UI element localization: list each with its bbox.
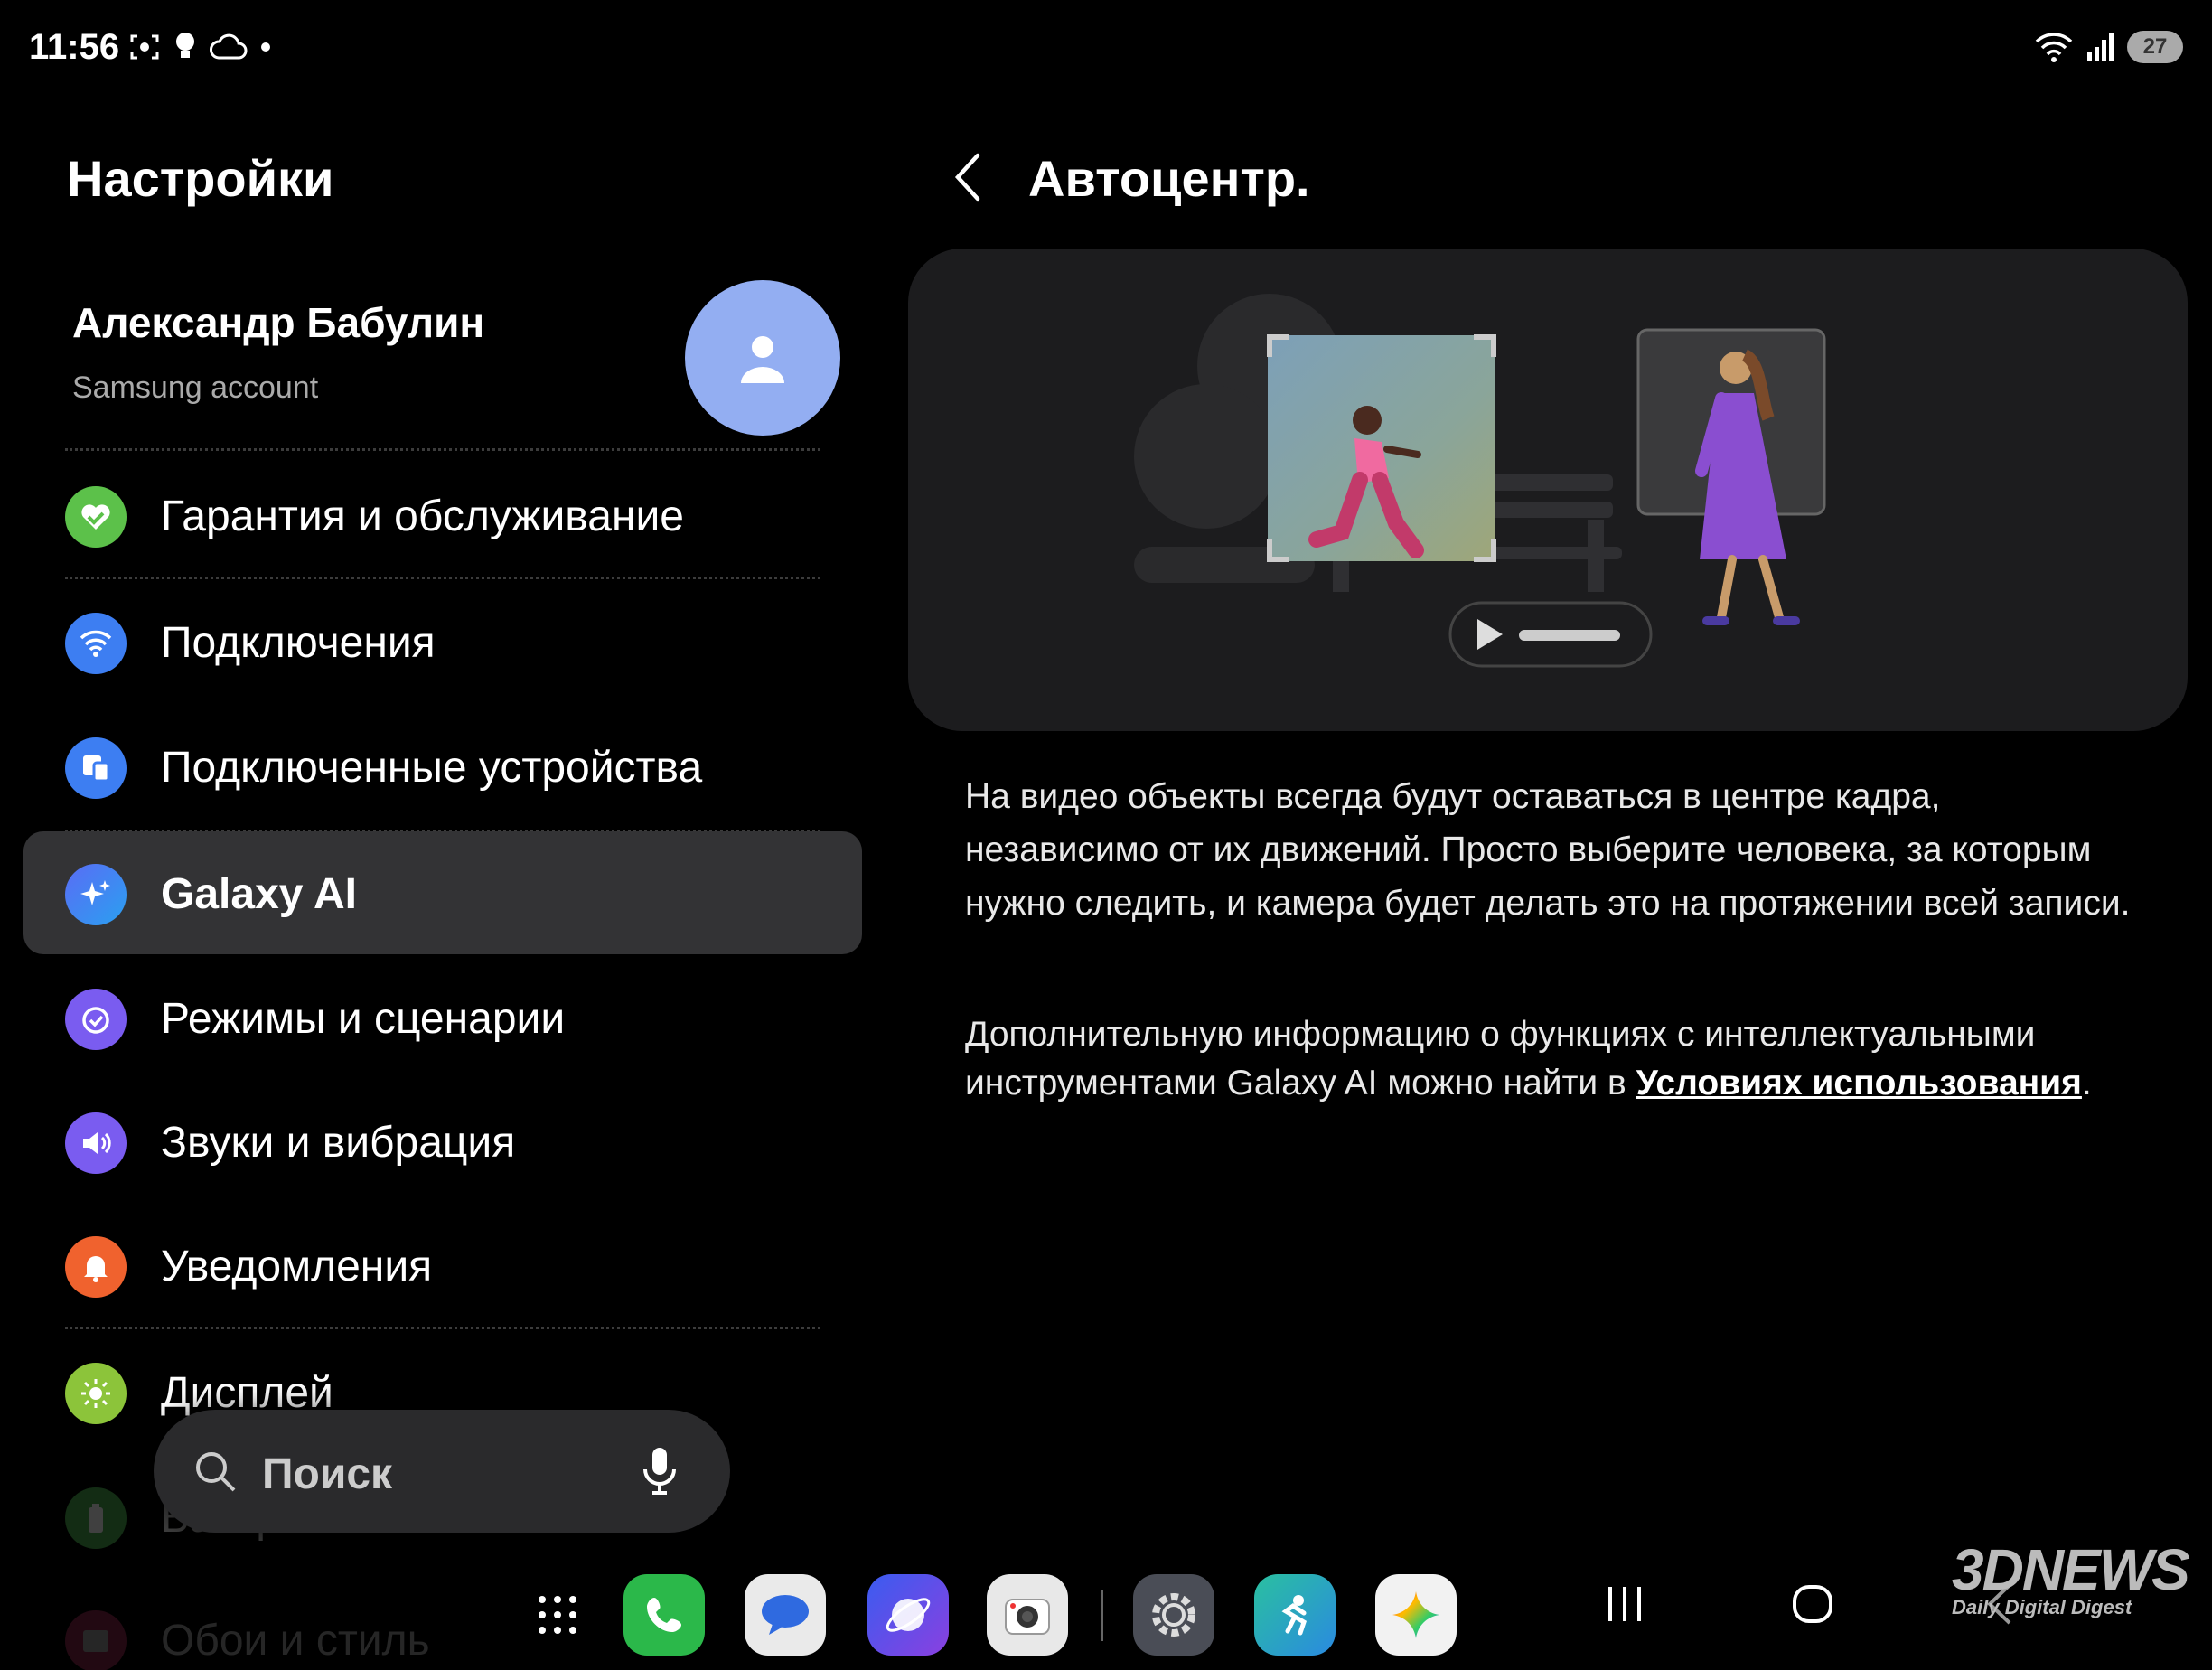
home-icon[interactable] <box>1791 1581 1834 1627</box>
mic-icon[interactable] <box>642 1446 678 1496</box>
illustration-graphic <box>1134 294 1826 668</box>
internet-icon[interactable] <box>867 1574 949 1656</box>
account-card[interactable]: Александр Бабулин Samsung account <box>72 280 840 436</box>
phone-icon[interactable] <box>623 1574 705 1656</box>
modes-icon <box>65 989 127 1050</box>
gemini-icon[interactable] <box>1375 1574 1457 1656</box>
sidebar-item-sounds[interactable]: Звуки и вибрация <box>23 1080 862 1203</box>
wifi-icon <box>2035 33 2073 62</box>
sidebar-item-notifications[interactable]: Уведомления <box>23 1204 862 1327</box>
search-icon <box>196 1452 236 1492</box>
feature-description: На видео объекты всегда будут оставаться… <box>965 777 2131 923</box>
back-arrow-icon[interactable] <box>951 152 987 202</box>
sidebar-item-connections[interactable]: Подключения <box>23 580 862 703</box>
person-icon <box>741 336 784 383</box>
bulb-icon <box>176 33 194 58</box>
sidebar-item-label: Подключения <box>161 619 436 667</box>
battery-indicator: 27 <box>2127 31 2183 63</box>
watermark-logo: 3DNEWS Daily Digital Digest <box>1952 1536 2190 1619</box>
auto-framing-illustration <box>908 249 2188 731</box>
divider <box>65 1327 820 1329</box>
battery-icon <box>65 1487 127 1549</box>
sidebar-item-label: Звуки и вибрация <box>161 1119 516 1167</box>
sun-icon <box>65 1363 127 1424</box>
page-title: Настройки <box>67 150 334 207</box>
sparkle-icon <box>65 864 127 925</box>
sidebar-item-galaxy-ai[interactable]: Galaxy AI <box>23 831 862 954</box>
terms-info: Дополнительную информацию о функциях с и… <box>965 1010 2140 1108</box>
heart-icon <box>65 486 127 548</box>
sidebar-item-warranty[interactable]: Гарантия и обслуживание <box>23 454 862 577</box>
screenshot-icon <box>130 34 159 60</box>
search-input[interactable]: Поиск <box>262 1450 392 1499</box>
detail-title: Автоцентр. <box>1028 150 1310 207</box>
sound-icon <box>65 1112 127 1174</box>
fitness-icon[interactable] <box>1254 1574 1336 1656</box>
terms-link[interactable]: Условиях использования <box>1636 1064 2082 1102</box>
sidebar-item-label: Galaxy AI <box>161 870 358 918</box>
apps-grid-icon[interactable] <box>517 1574 598 1656</box>
camera-icon[interactable] <box>987 1574 1068 1656</box>
account-name: Александр Бабулин <box>72 299 485 346</box>
status-right-icons: 27 <box>2033 31 2183 63</box>
sidebar-item-modes[interactable]: Режимы и сценарии <box>23 956 862 1079</box>
account-subtitle: Samsung account <box>72 371 319 405</box>
avatar[interactable] <box>685 280 840 436</box>
wifi-icon <box>65 613 127 674</box>
status-time: 11:56 <box>29 27 120 67</box>
devices-icon <box>65 737 127 799</box>
sidebar-item-label: Уведомления <box>161 1243 433 1290</box>
status-bar: 11:56 27 <box>0 0 2212 99</box>
watermark-name: 3DNEWS <box>1952 1537 2190 1602</box>
sidebar-item-label: Режимы и сценарии <box>161 995 566 1043</box>
signal-icon <box>2087 33 2114 61</box>
status-left-icons <box>128 31 271 63</box>
recents-icon[interactable] <box>1605 1581 1645 1627</box>
cloud-icon <box>210 33 248 60</box>
messages-icon[interactable] <box>745 1574 826 1656</box>
dock-separator <box>1101 1590 1103 1641</box>
search-bar[interactable]: Поиск <box>154 1410 730 1533</box>
taskbar <box>0 1554 2212 1670</box>
dot-icon <box>261 42 270 52</box>
settings-icon[interactable] <box>1133 1574 1214 1656</box>
terms-info-suffix: . <box>2081 1064 2092 1102</box>
bell-icon <box>65 1236 127 1298</box>
sidebar-item-label: Гарантия и обслуживание <box>161 493 684 540</box>
divider <box>65 448 820 451</box>
sidebar-item-label: Подключенные устройства <box>161 744 703 792</box>
sidebar-item-connected-devices[interactable]: Подключенные устройства <box>23 705 862 828</box>
divider <box>65 577 820 579</box>
